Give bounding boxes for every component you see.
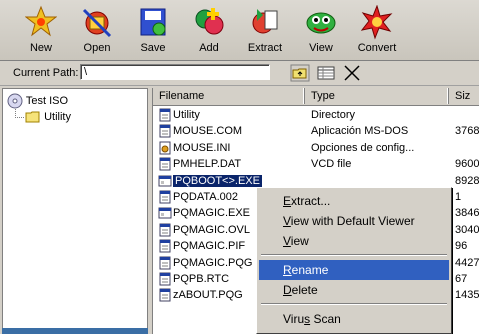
file-type: Aplicación MS-DOS bbox=[311, 125, 409, 138]
menu-item-view[interactable]: View bbox=[259, 231, 449, 251]
column-size[interactable]: Siz bbox=[449, 88, 479, 104]
table-row[interactable]: MOUSE.COM Aplicación MS-DOS 3768 bbox=[153, 123, 479, 139]
menu-separator bbox=[261, 254, 447, 256]
convert-button[interactable]: Convert bbox=[352, 0, 402, 60]
tree-child-label: Utility bbox=[44, 110, 71, 123]
file-size: 9600 bbox=[455, 158, 479, 171]
file-icon bbox=[158, 288, 172, 307]
save-icon bbox=[140, 8, 166, 36]
file-name: MOUSE.COM bbox=[173, 125, 243, 138]
details-view-button[interactable] bbox=[316, 64, 336, 82]
menu-item-virus-scan[interactable]: Virus Scan bbox=[259, 309, 449, 329]
view-label: View bbox=[309, 42, 333, 54]
close-icon bbox=[344, 65, 360, 81]
file-name: Utility bbox=[173, 109, 200, 121]
file-size: 3040 bbox=[455, 223, 479, 236]
tree-node-utility[interactable]: Utility bbox=[25, 110, 71, 124]
context-menu: Extract... View with Default Viewer View… bbox=[256, 187, 452, 334]
tree-node-root[interactable]: Test ISO bbox=[7, 93, 68, 109]
menu-item-view-default[interactable]: View with Default Viewer bbox=[259, 211, 449, 231]
new-button[interactable]: New bbox=[16, 0, 66, 60]
extract-label: Extract bbox=[247, 42, 283, 54]
folder-tree: Test ISO Utility bbox=[2, 88, 148, 334]
file-size: 1435 bbox=[455, 289, 479, 302]
file-type: Directory bbox=[311, 109, 356, 121]
file-size: 8928 bbox=[455, 174, 479, 187]
open-icon bbox=[82, 8, 112, 38]
menu-item-delete[interactable]: Delete bbox=[259, 280, 449, 300]
file-name: PMHELP.DAT bbox=[173, 158, 242, 171]
delete-button[interactable] bbox=[342, 64, 362, 82]
tree-root-label: Test ISO bbox=[25, 94, 69, 107]
view-button[interactable]: View bbox=[296, 0, 346, 60]
save-label: Save bbox=[140, 42, 166, 54]
column-type[interactable]: Type bbox=[305, 88, 449, 104]
new-icon bbox=[25, 5, 57, 37]
convert-label: Convert bbox=[357, 42, 397, 54]
menu-separator bbox=[261, 303, 447, 305]
file-size: 96 bbox=[455, 240, 468, 253]
table-row[interactable]: PMHELP.DAT VCD file 9600 bbox=[153, 156, 479, 172]
cd-icon bbox=[7, 93, 23, 109]
path-bar: Current Path: bbox=[0, 61, 479, 86]
file-size: 3846 bbox=[455, 207, 479, 220]
folder-icon bbox=[25, 111, 40, 123]
add-icon bbox=[195, 8, 224, 35]
extract-button[interactable]: Extract bbox=[240, 0, 290, 60]
open-button[interactable]: Open bbox=[72, 0, 122, 60]
file-size: 3768 bbox=[455, 125, 479, 138]
add-button[interactable]: Add bbox=[184, 0, 234, 60]
menu-item-extract[interactable]: Extract... bbox=[259, 191, 449, 211]
table-row[interactable]: MOUSE.INI Opciones de config... bbox=[153, 140, 479, 156]
selected-file-name: PQBOOT<>.EXE bbox=[173, 173, 263, 188]
file-size: 4427 bbox=[455, 256, 479, 269]
file-type: Opciones de config... bbox=[311, 141, 415, 154]
new-label: New bbox=[29, 42, 52, 54]
add-label: Add bbox=[199, 42, 219, 54]
file-name: MOUSE.INI bbox=[173, 141, 231, 154]
folder-up-icon bbox=[290, 64, 310, 82]
view-icon bbox=[306, 12, 336, 34]
menu-item-rename[interactable]: Rename bbox=[259, 260, 449, 280]
table-row[interactable]: Utility Directory bbox=[153, 107, 479, 123]
file-list-header: Filename Type Siz bbox=[153, 88, 479, 106]
file-size: 67 bbox=[455, 273, 468, 285]
folder-up-button[interactable] bbox=[290, 64, 310, 82]
current-path-label: Current Path: bbox=[13, 67, 79, 79]
convert-icon bbox=[361, 5, 393, 40]
current-path-input[interactable] bbox=[80, 64, 270, 80]
toolbar: New Open Save Add Extract View Convert bbox=[0, 0, 479, 61]
extract-icon bbox=[252, 9, 278, 34]
save-button[interactable]: Save bbox=[128, 0, 178, 60]
tree-status-strip bbox=[2, 328, 148, 334]
column-filename[interactable]: Filename bbox=[153, 88, 305, 104]
file-type: VCD file bbox=[311, 158, 352, 171]
tree-connector bbox=[15, 117, 24, 119]
open-label: Open bbox=[83, 42, 111, 54]
details-view-icon bbox=[317, 66, 335, 80]
file-size: 1 bbox=[455, 191, 462, 203]
